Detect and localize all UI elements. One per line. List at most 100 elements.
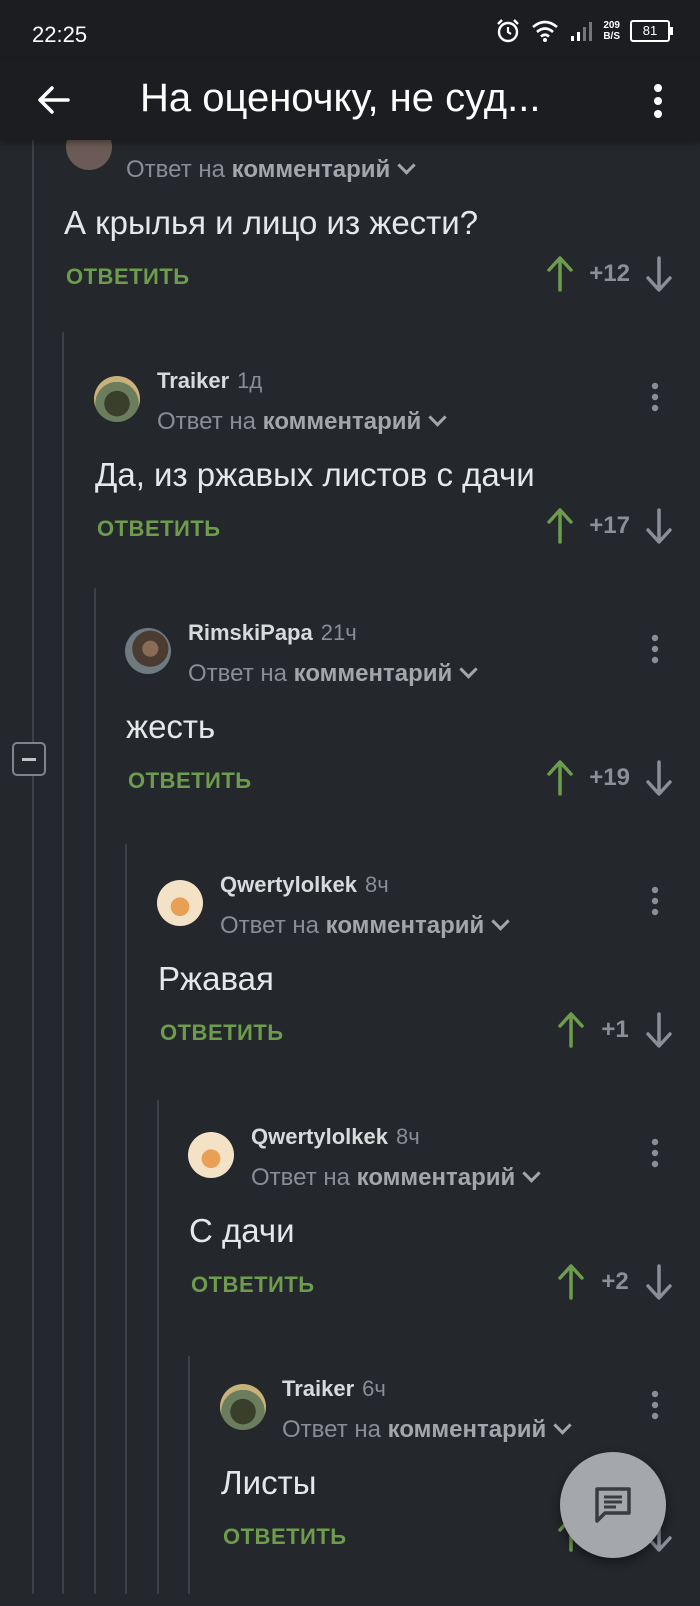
chevron-down-icon [397,156,416,175]
reply-to-target: комментарий [387,1416,547,1443]
reply-to-link[interactable]: Ответ на комментарий [282,1416,572,1444]
comment-time: 8ч [395,1124,420,1149]
status-time: 22:25 [32,22,88,47]
reply-to-link[interactable]: Ответ на комментарий [220,912,510,940]
net-speed-unit: B/S [603,31,620,42]
reply-to-link[interactable]: Ответ на комментарий [157,408,447,436]
net-speed: 209 B/S [603,20,620,42]
comment-text: Листы [221,1464,317,1501]
wifi-icon [532,20,559,42]
comment-time: 6ч [362,1376,386,1401]
comment-author[interactable]: Traiker 6ч [282,1376,386,1402]
comment-time: 8ч [364,872,389,897]
comment-author[interactable]: Qwertylolkek 8ч [251,1124,420,1150]
comment-menu-icon[interactable] [650,1390,660,1420]
chevron-down-icon [459,660,478,679]
upvote-arrow-icon[interactable] [556,1262,586,1302]
comment-icon [595,1487,631,1523]
reply-to-prefix: Ответ на [220,912,319,939]
avatar[interactable] [94,376,140,422]
reply-button[interactable]: ОТВЕТИТЬ [66,264,190,290]
avatar[interactable] [125,628,171,674]
reply-button[interactable]: ОТВЕТИТЬ [97,516,221,542]
author-name: Qwertylolkek [251,1124,388,1149]
comment-score: +1 [601,1016,629,1043]
reply-button[interactable]: ОТВЕТИТЬ [160,1020,284,1046]
comment: RimskiPapa 21ч Ответ на комментарий жесть… [0,598,700,850]
comment: Traiker 1д Ответ на комментарий Да, из рж… [0,346,700,598]
reply-to-target: комментарий [356,1164,516,1191]
avatar[interactable] [157,880,203,926]
comment-author[interactable]: RimskiPapa 21ч [188,620,357,646]
author-name: RimskiPapa [188,620,313,645]
reply-to-target: комментарий [325,912,485,939]
downvote-arrow-icon[interactable] [644,758,674,798]
battery-level: 81 [642,23,658,38]
downvote-arrow-icon[interactable] [644,506,674,546]
reply-to-link[interactable]: Ответ на комментарий [188,660,478,688]
reply-to-prefix: Ответ на [188,660,287,687]
author-name: Traiker [157,368,230,393]
back-arrow-icon[interactable] [36,82,72,118]
comment-score: +12 [589,260,630,287]
vote-controls: +12 [545,254,674,294]
upvote-arrow-icon[interactable] [545,506,575,546]
comment-score: +17 [589,512,630,539]
reply-button[interactable]: ОТВЕТИТЬ [128,768,252,794]
comment-text: А крылья и лицо из жести? [64,204,479,241]
page-title: На оценочку, не суд... [140,76,541,120]
author-name: Traiker [282,1376,355,1401]
comment: Qwertylolkek 8ч Ответ на комментарий Ржав… [0,850,700,1102]
vote-controls: +19 [545,758,674,798]
battery-icon: 81 [630,20,673,42]
comment-author[interactable]: Qwertylolkek 8ч [220,872,389,898]
author-name: Qwertylolkek [220,872,357,897]
comment-menu-icon[interactable] [650,634,660,664]
reply-button[interactable]: ОТВЕТИТЬ [191,1272,315,1298]
avatar[interactable] [188,1132,234,1178]
more-menu-icon[interactable] [652,84,664,118]
reply-to-target: комментарий [262,408,422,435]
net-speed-value: 209 [603,20,620,31]
vote-controls: +1 [556,1010,674,1050]
reply-to-prefix: Ответ на [157,408,256,435]
comment-text: Да, из ржавых листов с дачи [95,456,535,493]
upvote-arrow-icon[interactable] [545,254,575,294]
reply-button[interactable]: ОТВЕТИТЬ [223,1524,347,1550]
upvote-arrow-icon[interactable] [545,758,575,798]
reply-to-prefix: Ответ на [282,1416,381,1443]
upvote-arrow-icon[interactable] [556,1010,586,1050]
chevron-down-icon [428,408,447,427]
downvote-arrow-icon[interactable] [644,1262,674,1302]
add-comment-fab[interactable] [560,1452,666,1558]
comment: Qwertylolkek 8ч Ответ на комментарий С да… [0,1102,700,1354]
vote-controls: +17 [545,506,674,546]
comment-score: +2 [601,1268,629,1295]
reply-to-target: комментарий [231,156,391,183]
comment-menu-icon[interactable] [650,382,660,412]
reply-to-prefix: Ответ на [251,1164,350,1191]
alarm-icon [497,19,520,43]
chevron-down-icon [491,912,510,931]
comment-author[interactable]: Traiker 1д [157,368,262,394]
status-icons: 209 B/S 81 [495,18,673,44]
downvote-arrow-icon[interactable] [644,254,674,294]
signal-icon [571,22,593,41]
reply-to-link[interactable]: Ответ на комментарий [251,1164,541,1192]
comment-text: жесть [126,708,216,745]
avatar[interactable] [220,1384,266,1430]
comment-score: +19 [589,764,630,791]
downvote-arrow-icon[interactable] [644,1010,674,1050]
chevron-down-icon [553,1416,572,1435]
status-bar: 22:25 209 B/S 81 [0,0,700,60]
reply-to-link[interactable]: Ответ на комментарий [126,156,416,184]
vote-controls: +2 [556,1262,674,1302]
comment-text: Ржавая [158,960,274,997]
chevron-down-icon [522,1164,541,1183]
app-bar: На оценочку, не суд... [0,60,700,140]
reply-to-target: комментарий [293,660,453,687]
comment-text: С дачи [189,1212,295,1249]
comment-time: 21ч [320,620,357,645]
comment-menu-icon[interactable] [650,1138,660,1168]
comment-menu-icon[interactable] [650,886,660,916]
